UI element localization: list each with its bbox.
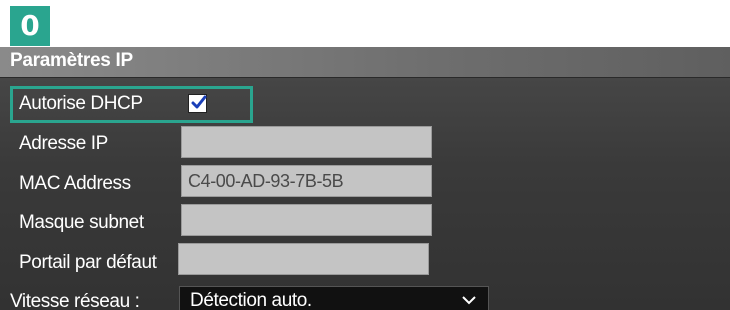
chevron-down-icon — [462, 296, 476, 305]
checkmark-icon — [191, 95, 207, 109]
dhcp-checkbox[interactable] — [188, 94, 207, 113]
mac-address-label: MAC Address — [19, 173, 131, 194]
network-speed-select[interactable]: Détection auto. — [179, 286, 489, 310]
gateway-label: Portail par défaut — [19, 252, 157, 273]
dhcp-label: Autorise DHCP — [19, 93, 143, 114]
ip-address-field[interactable] — [181, 126, 432, 158]
panel-title: Paramètres IP — [10, 50, 133, 71]
network-speed-label: Vitesse réseau : — [10, 291, 140, 310]
mac-address-field[interactable]: C4-00-AD-93-7B-5B — [181, 165, 432, 197]
network-speed-value: Détection auto. — [190, 290, 312, 310]
gateway-field[interactable] — [178, 243, 429, 275]
step-number-badge: 0 — [10, 6, 50, 46]
ip-settings-panel: Paramètres IP Autorise DHCP Adresse IP M… — [0, 47, 730, 310]
subnet-mask-label: Masque subnet — [19, 212, 144, 233]
subnet-mask-field[interactable] — [181, 204, 432, 236]
panel-title-bar: Paramètres IP — [0, 47, 730, 78]
ip-address-label: Adresse IP — [19, 133, 108, 154]
